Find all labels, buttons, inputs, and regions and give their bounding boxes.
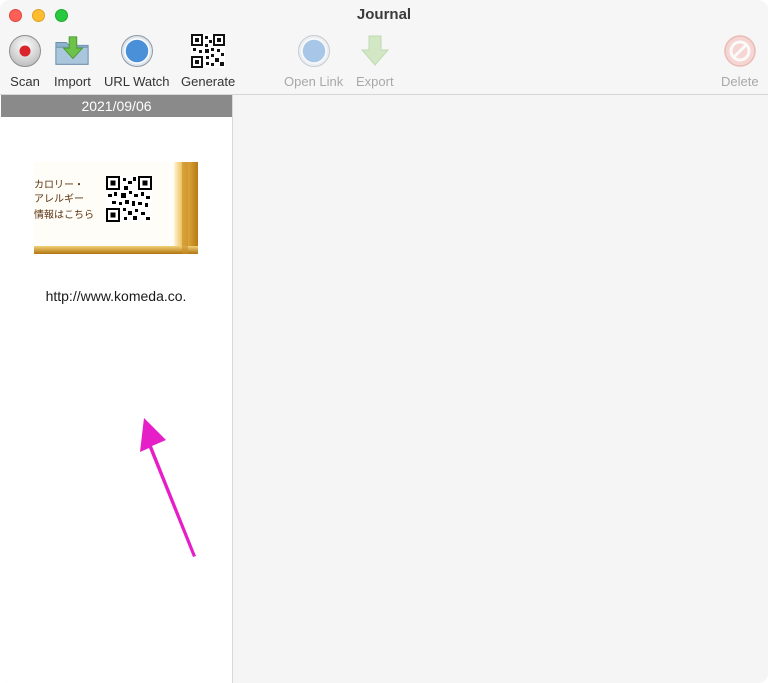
generate-label: Generate xyxy=(181,74,236,89)
export-arrow-icon xyxy=(357,33,393,69)
compass-icon xyxy=(119,33,155,69)
entry-url-text: http://www.komeda.co. xyxy=(45,288,187,304)
detail-pane xyxy=(233,95,768,683)
import-label: Import xyxy=(54,74,91,89)
date-group-header: 2021/09/06 xyxy=(1,95,232,117)
open-link-label: Open Link xyxy=(284,74,344,89)
scan-label: Scan xyxy=(10,74,40,89)
url-watch-label: URL Watch xyxy=(104,74,170,89)
url-watch-button[interactable]: URL Watch xyxy=(104,33,170,89)
import-folder-icon xyxy=(54,33,90,69)
open-link-button[interactable]: Open Link xyxy=(284,33,343,89)
qr-code-icon xyxy=(190,33,226,69)
annotation-arrow-path xyxy=(140,418,196,557)
scan-thumbnail-image: カロリー・ アレルギー 情報はこちら xyxy=(34,162,198,254)
app-window: Journal Scan Import URL Watch Generate O… xyxy=(0,0,768,683)
delete-button[interactable]: Delete xyxy=(721,33,759,89)
titlebar-toolbar: Journal Scan Import URL Watch Generate O… xyxy=(0,0,768,95)
open-link-compass-icon xyxy=(296,33,332,69)
delete-prohibit-icon xyxy=(722,33,758,69)
scan-button[interactable]: Scan xyxy=(7,33,43,89)
record-icon xyxy=(7,33,43,69)
export-label: Export xyxy=(356,74,394,89)
thumb-line-3: 情報はこちら xyxy=(34,208,94,221)
annotation-arrow-icon xyxy=(140,418,196,557)
generate-button[interactable]: Generate xyxy=(181,33,235,89)
journal-list-sidebar: 2021/09/06 カロリー・ アレルギー 情報はこちら http://www… xyxy=(0,95,233,683)
window-title: Journal xyxy=(356,6,412,23)
delete-label: Delete xyxy=(721,74,759,89)
export-button[interactable]: Export xyxy=(356,33,394,89)
thumb-line-2: アレルギー xyxy=(34,193,84,205)
import-button[interactable]: Import xyxy=(54,33,91,89)
thumb-line-1: カロリー・ xyxy=(34,179,84,191)
